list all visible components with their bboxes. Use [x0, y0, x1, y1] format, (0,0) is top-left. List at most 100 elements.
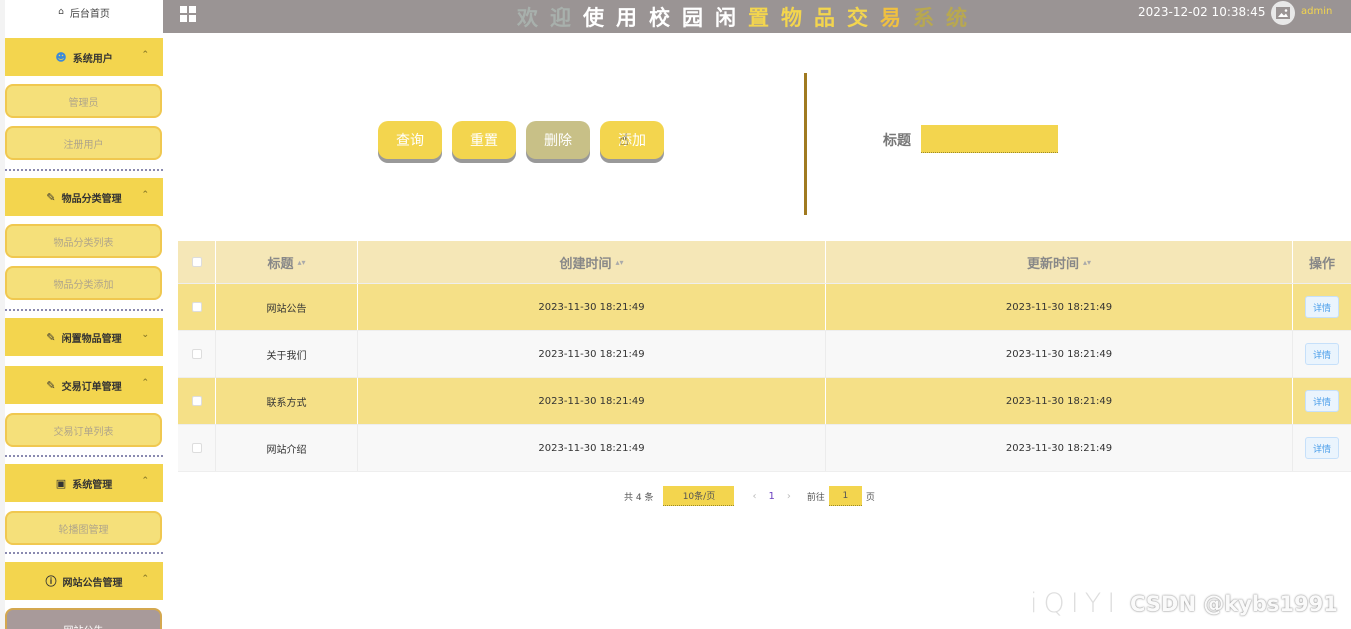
- row-updated: 2023-11-30 18:21:49: [826, 331, 1293, 377]
- app: ⌂ 后台首页 ☻ 系统用户 ⌃ 管理员 注册用户 ✎ 物品分类管理 ⌃ 物品分类…: [0, 0, 1351, 629]
- menu-item-order-list[interactable]: 交易订单列表: [5, 413, 162, 447]
- menu-category-management[interactable]: ✎ 物品分类管理 ⌃: [5, 178, 163, 216]
- row-actions: 详情: [1293, 378, 1351, 424]
- page-size-select[interactable]: 10条/页: [663, 486, 735, 506]
- detail-button[interactable]: 详情: [1305, 343, 1339, 365]
- column-header-created[interactable]: 创建时间 ▴▾: [358, 241, 826, 283]
- pagination-total: 共 4 条: [624, 492, 654, 503]
- image-icon: [1276, 7, 1290, 19]
- row-created: 2023-11-30 18:21:49: [358, 378, 826, 424]
- menu-idle-items-management[interactable]: ✎ 闲置物品管理 ⌄: [5, 318, 163, 356]
- goto-prefix: 前往: [806, 492, 825, 503]
- info-circle-icon: ⓘ: [45, 575, 57, 588]
- next-page-icon[interactable]: ›: [787, 491, 791, 502]
- menu-announcement-management[interactable]: ⓘ 网站公告管理 ⌃: [5, 562, 163, 600]
- edit-doc-icon: ✎: [46, 330, 56, 344]
- menu-item-registered-users[interactable]: 注册用户: [5, 126, 162, 160]
- title-char: 统: [946, 5, 969, 30]
- chevron-up-icon: ⌃: [141, 378, 149, 388]
- title-char: 使: [583, 5, 606, 30]
- row-created: 2023-11-30 18:21:49: [358, 284, 826, 330]
- user-icon: ☻: [55, 50, 67, 64]
- menu-item-admins[interactable]: 管理员: [5, 84, 162, 118]
- title-char: 闲: [715, 5, 738, 30]
- column-header-title[interactable]: 标题 ▴▾: [216, 241, 358, 283]
- divider: [804, 73, 807, 215]
- column-header-label: 创建时间: [559, 256, 612, 272]
- menu-grid-icon[interactable]: [180, 6, 196, 22]
- announcements-table: 标题 ▴▾ 创建时间 ▴▾ 更新时间 ▴▾ 操作 网站公告 2023-11-30 18…: [178, 241, 1351, 472]
- csdn-watermark: CSDN @kybs1991: [1130, 592, 1338, 616]
- chevron-up-icon: ⌃: [141, 190, 149, 200]
- detail-button[interactable]: 详情: [1305, 296, 1339, 318]
- page-number[interactable]: 1: [768, 491, 774, 502]
- title-char: 迎: [550, 5, 573, 30]
- faint-watermark: iQIYI: [1030, 588, 1122, 619]
- row-title: 网站介绍: [216, 425, 358, 471]
- query-button[interactable]: 查询: [378, 121, 442, 159]
- detail-button[interactable]: 详情: [1305, 437, 1339, 459]
- title-char: 园: [682, 5, 705, 30]
- add-button[interactable]: 添加: [600, 121, 664, 159]
- delete-button[interactable]: 删除: [526, 121, 590, 159]
- title-char: 校: [649, 5, 672, 30]
- title-char: 用: [616, 5, 639, 30]
- row-actions: 详情: [1293, 425, 1351, 471]
- menu-system-management[interactable]: ▣ 系统管理 ⌃: [5, 464, 163, 502]
- table-row: 联系方式 2023-11-30 18:21:49 2023-11-30 18:2…: [178, 378, 1351, 425]
- row-checkbox[interactable]: [191, 396, 202, 406]
- menu-item-category-list[interactable]: 物品分类列表: [5, 224, 162, 258]
- title-search-input[interactable]: [921, 125, 1058, 153]
- goto-page-input[interactable]: 1: [828, 486, 862, 506]
- reset-button[interactable]: 重置: [452, 121, 516, 159]
- sort-icon[interactable]: ▴▾: [297, 258, 305, 267]
- menu-orders-management[interactable]: ✎ 交易订单管理 ⌃: [5, 366, 163, 404]
- title-char: 品: [814, 5, 837, 30]
- column-header-updated[interactable]: 更新时间 ▴▾: [826, 241, 1293, 283]
- chevron-up-icon: ⌃: [141, 50, 149, 60]
- select-all-cell: [178, 241, 216, 283]
- title-search-label: 标题: [883, 133, 911, 149]
- prev-page-icon[interactable]: ‹: [752, 491, 756, 502]
- menu-system-users[interactable]: ☻ 系统用户 ⌃: [5, 38, 163, 76]
- table-header-row: 标题 ▴▾ 创建时间 ▴▾ 更新时间 ▴▾ 操作: [178, 241, 1351, 284]
- sort-icon[interactable]: ▴▾: [1083, 258, 1091, 267]
- row-updated: 2023-11-30 18:21:49: [826, 284, 1293, 330]
- table-row: 关于我们 2023-11-30 18:21:49 2023-11-30 18:2…: [178, 331, 1351, 378]
- menu-item-category-add[interactable]: 物品分类添加: [5, 266, 162, 300]
- divider: [5, 169, 163, 171]
- menu-label: 闲置物品管理: [61, 333, 122, 345]
- menu-item-carousel[interactable]: 轮播图管理: [5, 511, 162, 545]
- menu-label: 物品分类管理: [61, 193, 122, 205]
- detail-button[interactable]: 详情: [1305, 390, 1339, 412]
- avatar[interactable]: [1271, 1, 1295, 25]
- menu-label: 系统管理: [72, 479, 113, 491]
- menu-label: 网站公告管理: [62, 577, 123, 589]
- select-all-checkbox[interactable]: [191, 257, 202, 267]
- title-char: 欢: [517, 5, 540, 30]
- divider: [5, 455, 163, 457]
- page-title: 欢迎使用校园闲置物品交易系统: [463, 0, 1023, 33]
- column-header-label: 标题: [267, 256, 294, 272]
- top-bar: 欢迎使用校园闲置物品交易系统 2023-12-02 10:38:45 admin: [163, 0, 1351, 33]
- title-char: 系: [913, 5, 936, 30]
- title-char: 易: [880, 5, 903, 30]
- sort-icon[interactable]: ▴▾: [615, 258, 623, 267]
- row-updated: 2023-11-30 18:21:49: [826, 378, 1293, 424]
- username[interactable]: admin: [1301, 6, 1332, 17]
- row-checkbox[interactable]: [191, 349, 202, 359]
- title-char: 物: [781, 5, 804, 30]
- row-checkbox[interactable]: [191, 302, 202, 312]
- row-created: 2023-11-30 18:21:49: [358, 331, 826, 377]
- sidebar-home[interactable]: ⌂ 后台首页: [5, 0, 163, 24]
- row-checkbox-cell: [178, 378, 216, 424]
- chevron-up-icon: ⌃: [141, 574, 149, 584]
- menu-label: 交易订单管理: [61, 381, 122, 393]
- row-actions: 详情: [1293, 284, 1351, 330]
- row-checkbox[interactable]: [191, 443, 202, 453]
- row-created: 2023-11-30 18:21:49: [358, 425, 826, 471]
- table-row: 网站公告 2023-11-30 18:21:49 2023-11-30 18:2…: [178, 284, 1351, 331]
- menu-item-announcements[interactable]: 网站公告: [5, 608, 162, 629]
- chevron-up-icon: ⌃: [141, 476, 149, 486]
- row-checkbox-cell: [178, 425, 216, 471]
